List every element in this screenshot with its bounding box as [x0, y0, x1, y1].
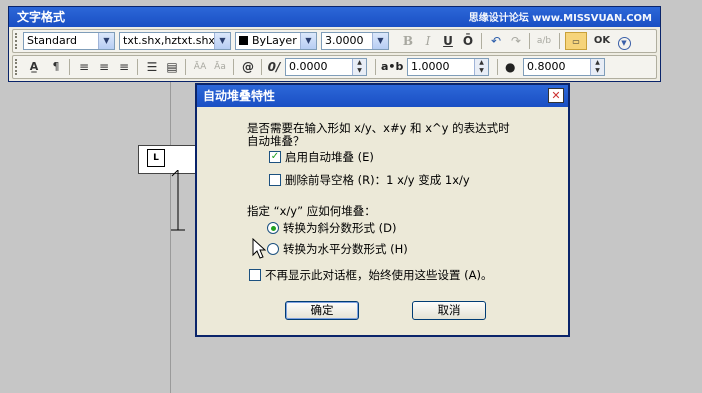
text-style-value: Standard	[27, 34, 78, 47]
tracking-label: a•b	[381, 60, 404, 73]
uppercase-icon[interactable]: ĀA	[191, 58, 209, 76]
columns-icon[interactable]: ▤	[163, 58, 181, 76]
align-left-icon[interactable]: ≡	[75, 58, 93, 76]
toolbar-separator	[375, 59, 376, 75]
toolbar-row-1: Standard ▼ txt.shx,hztxt.shx ▼ ByLayer ▼…	[12, 29, 657, 53]
chevron-down-icon[interactable]: ▼	[300, 33, 316, 49]
toolbar-separator	[529, 33, 530, 49]
toolbar-separator	[481, 33, 482, 49]
stack-icon[interactable]: a/b	[535, 32, 553, 50]
dont-show-again-checkbox[interactable]	[249, 269, 261, 281]
diagonal-fraction-radio[interactable]	[267, 222, 279, 234]
align-right-icon[interactable]: ≡	[115, 58, 133, 76]
remove-leading-space-checkbox[interactable]	[269, 174, 281, 186]
text-height-select[interactable]: 3.0000 ▼	[321, 32, 389, 50]
spinner-arrows-icon[interactable]: ▲ ▼	[352, 59, 366, 75]
options-icon[interactable]: ▼	[615, 32, 633, 50]
font-select[interactable]: txt.shx,hztxt.shx ▼	[119, 32, 231, 50]
watermark-text: 思缘设计论坛 www.MISSVUAN.COM	[468, 13, 652, 24]
toolbar-row-2: A̲ ¶ ≡ ≡ ≡ ☰ ▤ ĀA Āa @ 0/ 0.0000 ▲ ▼ a•b …	[12, 55, 657, 79]
drawing-guide-line	[170, 82, 171, 393]
ok-button[interactable]: 确定	[285, 301, 359, 320]
underline-button[interactable]: U	[439, 32, 457, 50]
width-factor-value: 0.8000	[527, 60, 566, 73]
autostack-dialog: 自动堆叠特性 ✕ 是否需要在输入形如 x/y、x#y 和 x^y 的表达式时 自…	[195, 83, 570, 337]
horizontal-fraction-label[interactable]: 转换为水平分数形式 (H)	[283, 241, 408, 257]
text-height-value: 3.0000	[325, 34, 364, 47]
overline-button[interactable]: Ō	[459, 32, 477, 50]
font-value: txt.shx,hztxt.shx	[123, 34, 215, 47]
symbol-icon[interactable]: @	[239, 58, 257, 76]
question-line-2: 自动堆叠？	[247, 134, 305, 148]
lowercase-icon[interactable]: Āa	[211, 58, 229, 76]
text-cursor-icon	[171, 170, 185, 231]
remove-leading-space-label[interactable]: 删除前导空格 (R)：1 x/y 变成 1x/y	[285, 172, 470, 188]
enable-autostack-label[interactable]: 启用自动堆叠 (E)	[285, 149, 374, 165]
stack-prompt: 指定 “x/y” 应如何堆叠：	[247, 204, 376, 218]
bold-button[interactable]: B	[399, 32, 417, 50]
dont-show-again-label[interactable]: 不再显示此对话框，始终使用这些设置 (A)。	[265, 267, 493, 283]
enable-autostack-checkbox[interactable]: ✓	[269, 151, 281, 163]
toolbar-grip[interactable]	[15, 33, 21, 49]
toolbar-separator	[137, 59, 138, 75]
text-formatting-window: 文字格式 思缘设计论坛 www.MISSVUAN.COM Standard ▼ …	[8, 6, 661, 82]
redo-icon[interactable]: ↷	[507, 32, 525, 50]
paragraph-icon[interactable]: ¶	[47, 58, 65, 76]
spinner-arrows-icon[interactable]: ▲ ▼	[474, 59, 488, 75]
horizontal-fraction-radio[interactable]	[267, 243, 279, 255]
toolbar-separator	[185, 59, 186, 75]
color-select[interactable]: ByLayer ▼	[235, 32, 317, 50]
color-value: ByLayer	[252, 34, 297, 47]
tracking-value: 1.0000	[411, 60, 450, 73]
align-center-icon[interactable]: ≡	[95, 58, 113, 76]
mtext-ruler-marker[interactable]: L	[147, 149, 165, 167]
toolbar-separator	[559, 33, 560, 49]
diagonal-fraction-label[interactable]: 转换为斜分数形式 (D)	[283, 220, 396, 236]
dialog-title[interactable]: 自动堆叠特性	[197, 85, 568, 107]
numbering-icon[interactable]: ☰	[143, 58, 161, 76]
toolbar-separator	[69, 59, 70, 75]
ruler-icon[interactable]: ▭	[565, 32, 587, 50]
undo-icon[interactable]: ↶	[487, 32, 505, 50]
tracking-input[interactable]: 1.0000 ▲ ▼	[407, 58, 489, 76]
italic-button[interactable]: I	[419, 32, 437, 50]
oblique-angle-value: 0.0000	[289, 60, 328, 73]
mouse-pointer-icon	[252, 238, 266, 259]
radio-selected-dot	[271, 226, 276, 231]
chevron-down-icon[interactable]: ▼	[98, 33, 114, 49]
text-style-select[interactable]: Standard ▼	[23, 32, 115, 50]
chevron-down-icon[interactable]: ▼	[214, 33, 230, 49]
color-swatch	[239, 36, 248, 45]
toolbar-grip[interactable]	[15, 59, 21, 75]
width-factor-icon: ●	[505, 60, 516, 74]
ok-button[interactable]: OK	[591, 32, 613, 50]
toolbar-separator	[497, 59, 498, 75]
width-factor-input[interactable]: 0.8000 ▲ ▼	[523, 58, 605, 76]
toolbar-separator	[261, 59, 262, 75]
chevron-down-icon[interactable]: ▼	[372, 33, 388, 49]
toolbar-separator	[233, 59, 234, 75]
spinner-arrows-icon[interactable]: ▲ ▼	[590, 59, 604, 75]
insert-field-icon[interactable]: A̲	[25, 58, 43, 76]
oblique-angle-icon: 0/	[267, 60, 281, 74]
cancel-button[interactable]: 取消	[412, 301, 486, 320]
close-icon[interactable]: ✕	[548, 88, 564, 103]
oblique-angle-input[interactable]: 0.0000 ▲ ▼	[285, 58, 367, 76]
